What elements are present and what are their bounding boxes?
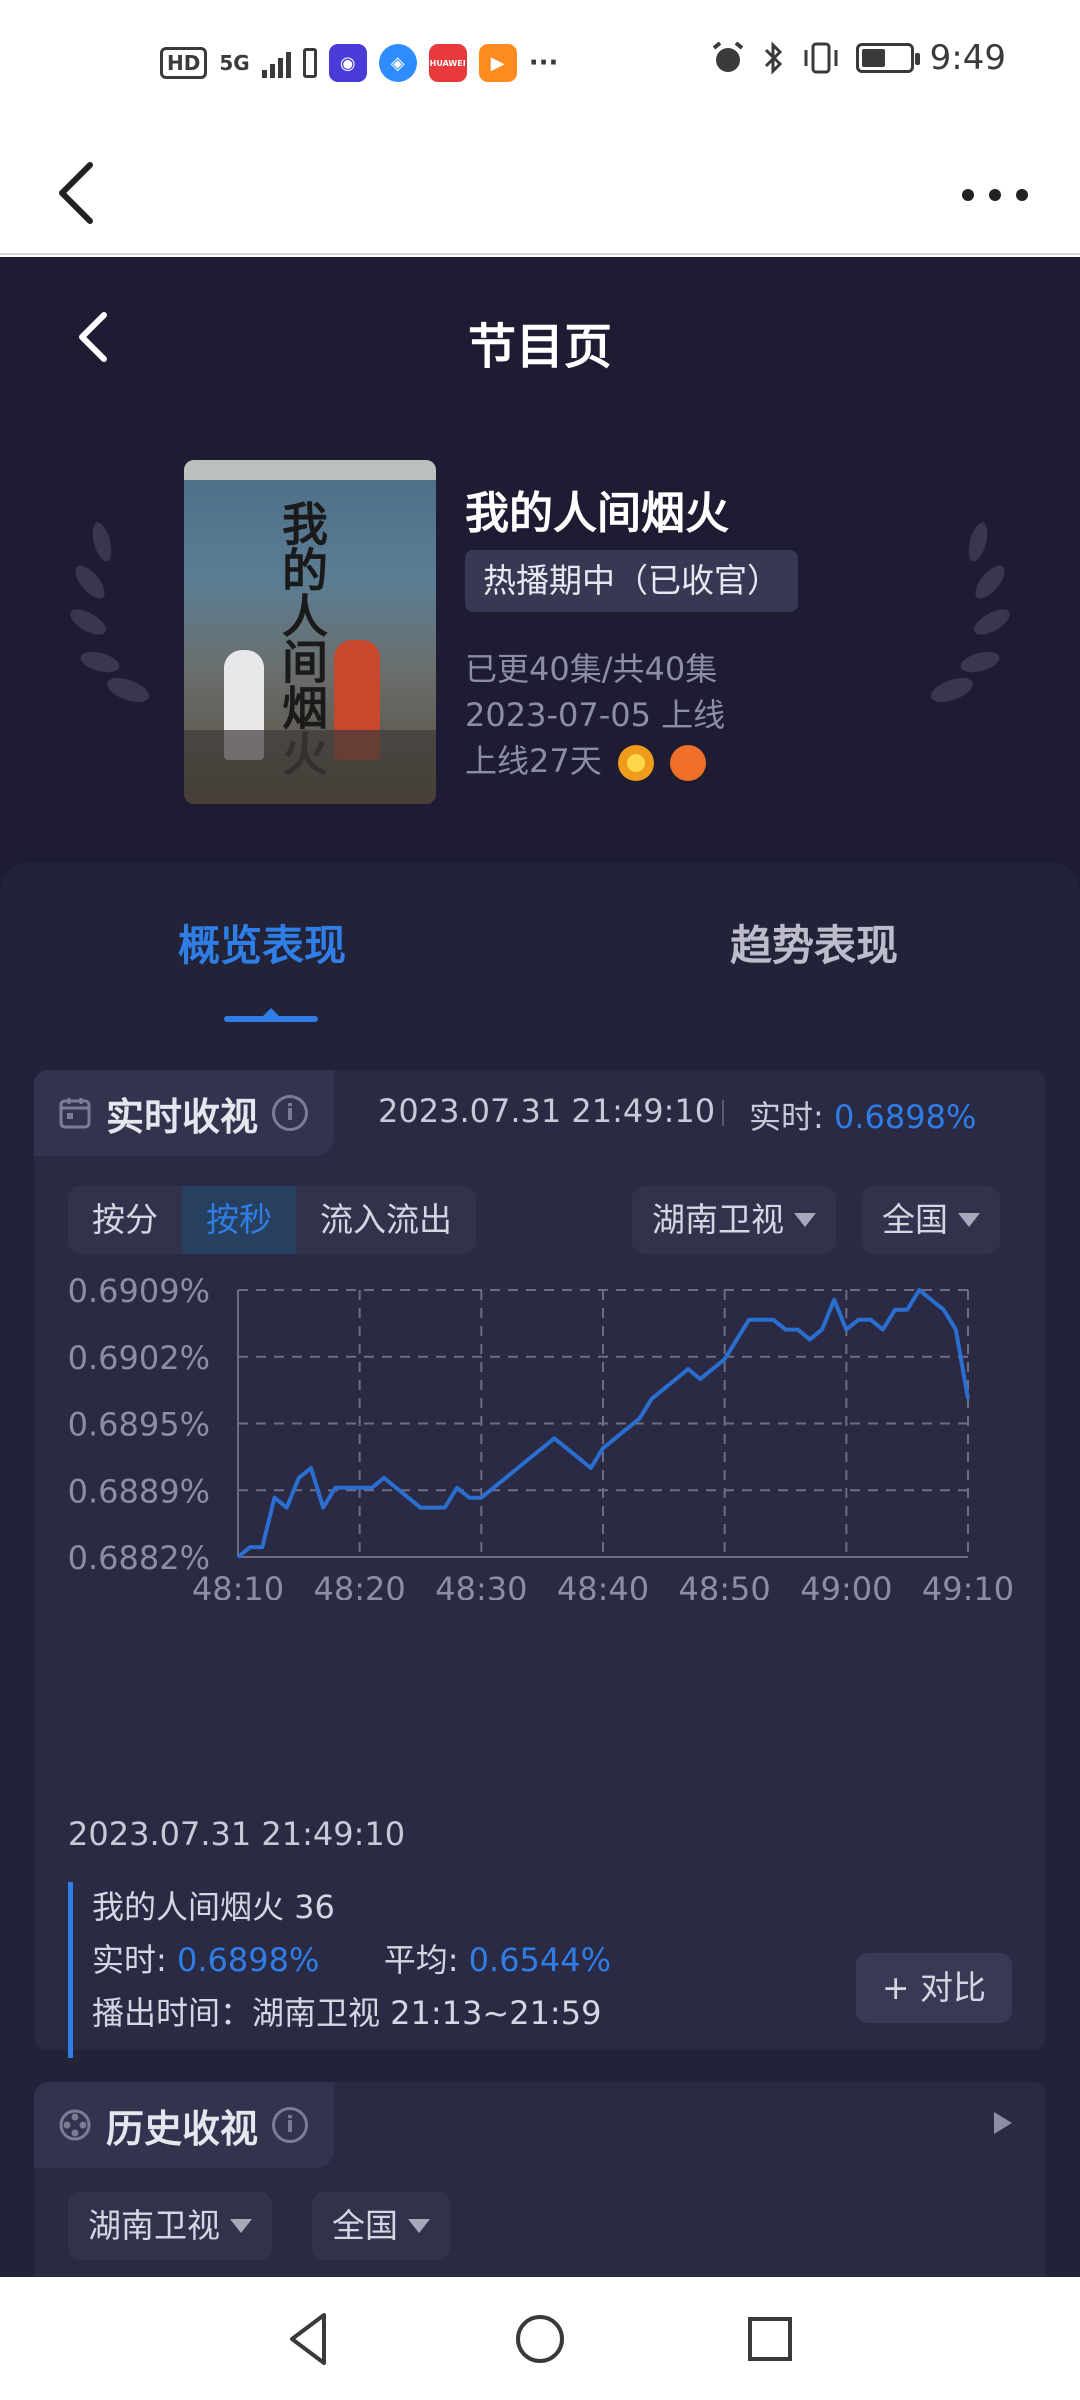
detail-avg-value: 0.6544% (468, 1941, 612, 1979)
more-options-icon[interactable] (950, 165, 1040, 225)
x-tick-label: 49:10 (922, 1570, 1014, 1600)
x-tick-label: 48:20 (314, 1570, 406, 1600)
caret-down-icon (230, 2219, 252, 2233)
mango-tv-icon (617, 745, 654, 781)
nav-recents-icon[interactable] (738, 2307, 802, 2371)
caret-down-icon (408, 2219, 430, 2233)
page-header: 节目页 (0, 257, 1080, 417)
y-tick-label: 0.6909% (68, 1272, 210, 1310)
video-app-icon: ▶ (478, 44, 517, 82)
realtime-label: 实时: (749, 1098, 824, 1136)
granularity-segmented-control: 按分 按秒 流入流出 (68, 1186, 476, 1254)
history-channel-label: 湖南卫视 (88, 2206, 220, 2245)
battery-alert-icon (302, 48, 317, 78)
detail-timestamp: 2023.07.31 21:49:10 (68, 1815, 406, 1853)
x-tick-label: 48:10 (192, 1570, 284, 1600)
detail-realtime-label: 实时: (92, 1941, 167, 1979)
segment-by-second[interactable]: 按秒 (182, 1186, 296, 1254)
realtime-ratings-card: 实时收视 i 2023.07.31 21:49:10 实时: 0.6898% 按… (34, 1070, 1046, 2058)
status-bar-left: HD 5G ◉ ◈ HUAWEI ▶ ··· (160, 44, 558, 82)
y-tick-label: 0.6882% (68, 1539, 210, 1577)
hd-badge: HD (160, 47, 208, 79)
channel-dropdown-label: 湖南卫视 (652, 1200, 784, 1239)
history-section-title: 历史收视 (106, 2106, 259, 2151)
nav-back-icon[interactable] (278, 2307, 342, 2371)
x-tick-label: 49:00 (800, 1570, 892, 1600)
days-online: 上线27天 (465, 742, 602, 780)
detail-realtime-value: 0.6898% (176, 1941, 320, 1979)
content-panel: 概览表现 趋势表现 实时收视 i 2023.07.31 21:49:10 实时:… (0, 862, 1080, 2277)
history-channel-dropdown[interactable]: 湖南卫视 (68, 2192, 272, 2260)
caret-down-icon (794, 1213, 816, 1227)
realtime-value-row: 实时: 0.6898% (749, 1092, 976, 1138)
region-dropdown-label: 全国 (882, 1200, 948, 1239)
film-reel-icon (59, 2109, 91, 2141)
realtime-section-title: 实时收视 (106, 1094, 259, 1139)
x-tick-label: 48:40 (557, 1570, 649, 1600)
laurel-right-icon (931, 522, 1010, 703)
play-icon[interactable] (994, 2112, 1012, 2134)
network-type: 5G (219, 51, 250, 75)
nav-home-icon[interactable] (508, 2307, 572, 2371)
history-ratings-card: 历史收视 i 湖南卫视 全国 (34, 2082, 1046, 2277)
realtime-value: 0.6898% (833, 1098, 977, 1136)
detail-airtime: 播出时间：湖南卫视 21:13~21:59 (92, 1994, 602, 2032)
alarm-icon (712, 41, 743, 72)
show-title: 我的人间烟火 (465, 488, 729, 539)
region-dropdown[interactable]: 全国 (862, 1186, 1000, 1254)
more-notifications: ··· (528, 48, 559, 78)
history-region-dropdown[interactable]: 全国 (312, 2192, 450, 2260)
battery-icon (855, 43, 920, 73)
status-bar: HD 5G ◉ ◈ HUAWEI ▶ ··· 9:49 (0, 0, 1080, 135)
show-poster[interactable]: 我的人间烟火 (184, 460, 436, 804)
y-tick-label: 0.6902% (68, 1339, 210, 1377)
top-bar (0, 135, 1080, 255)
mgtv-icon (670, 745, 707, 781)
tab-overview[interactable]: 概览表现 (178, 912, 346, 973)
detail-episode: 我的人间烟火 36 (92, 1888, 335, 1926)
system-navigation-bar (0, 2277, 1080, 2400)
episode-count: 已更40集/共40集 (465, 650, 718, 688)
caret-down-icon (958, 1213, 980, 1227)
laurel-left-icon (70, 522, 149, 703)
info-icon[interactable]: i (272, 2107, 309, 2143)
signal-icon (261, 48, 291, 78)
channel-dropdown[interactable]: 湖南卫视 (632, 1186, 836, 1254)
clock: 9:49 (929, 38, 1006, 78)
x-tick-label: 48:30 (435, 1570, 527, 1600)
status-bar-right: 9:49 (710, 38, 1006, 78)
back-arrow-icon[interactable] (40, 153, 120, 233)
calendar-icon (59, 1098, 91, 1129)
info-icon[interactable]: i (272, 1095, 309, 1131)
show-status-badge: 热播期中（已收官） (465, 550, 798, 612)
history-card-header: 历史收视 i (34, 2082, 335, 2168)
bluetooth-icon (764, 41, 782, 75)
tab-trend[interactable]: 趋势表现 (730, 912, 898, 973)
history-region-label: 全国 (332, 2206, 398, 2245)
compare-button[interactable]: + 对比 (856, 1953, 1012, 2023)
x-tick-label: 48:50 (679, 1570, 771, 1600)
vibrate-icon (804, 42, 838, 74)
browser-app-icon: ◈ (378, 44, 417, 82)
tab-indicator (224, 1008, 318, 1022)
realtime-timestamp: 2023.07.31 21:49:10 (378, 1092, 716, 1130)
detail-values-row: 实时: 0.6898% 平均: 0.6544% (92, 1935, 611, 1981)
detail-accent-bar (68, 1882, 73, 2058)
realtime-card-header: 实时收视 i (34, 1070, 335, 1156)
premiere-date: 2023-07-05 上线 (465, 696, 726, 734)
divider (722, 1100, 724, 1126)
program-page: 节目页 我的人间烟火 我的人间烟火 热播期中（已收官） 已更40集/共40集 2… (0, 257, 1080, 2277)
realtime-ratings-chart: 0.6909% 0.6902% 0.6895% 0.6889% 0.6882%48:10… (68, 1272, 1014, 1600)
huawei-app-icon: HUAWEI (428, 44, 467, 82)
segment-flow[interactable]: 流入流出 (296, 1186, 476, 1254)
y-tick-label: 0.6889% (68, 1472, 210, 1510)
notification-app-icon: ◉ (328, 44, 367, 82)
days-online-row: 上线27天 (465, 736, 707, 782)
segment-by-minute[interactable]: 按分 (68, 1186, 182, 1254)
y-tick-label: 0.6895% (68, 1406, 210, 1444)
page-title: 节目页 (467, 319, 612, 375)
detail-avg-label: 平均: (383, 1941, 459, 1979)
